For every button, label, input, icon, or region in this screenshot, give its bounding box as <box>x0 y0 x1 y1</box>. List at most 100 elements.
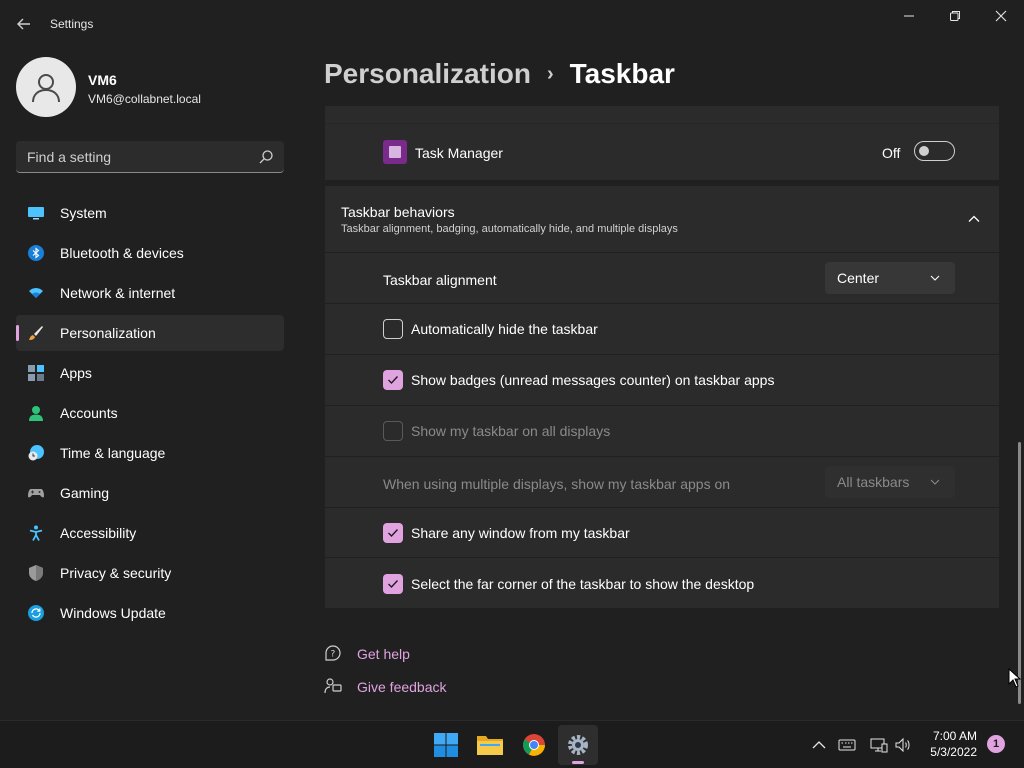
restore-icon <box>950 11 960 21</box>
mouse-cursor-icon <box>1008 668 1022 688</box>
sidebar-item-time-language[interactable]: Time & language <box>16 435 284 471</box>
sidebar-item-system[interactable]: System <box>16 195 284 231</box>
all-displays-label: Show my taskbar on all displays <box>411 423 611 439</box>
avatar[interactable] <box>16 57 76 117</box>
monitor-icon <box>28 207 44 220</box>
task-manager-toggle[interactable] <box>914 141 955 161</box>
auto-hide-label[interactable]: Automatically hide the taskbar <box>411 321 598 337</box>
close-button[interactable] <box>978 6 1024 26</box>
badges-label[interactable]: Show badges (unread messages counter) on… <box>411 372 774 388</box>
sidebar-item-label: Time & language <box>60 445 166 461</box>
back-arrow-icon[interactable] <box>14 14 34 34</box>
sidebar-item-label: Privacy & security <box>60 565 172 581</box>
clock-date[interactable]: 5/3/2022 <box>925 745 977 759</box>
breadcrumb-separator: › <box>546 62 554 85</box>
share-window-label[interactable]: Share any window from my taskbar <box>411 525 630 541</box>
chrome-button[interactable] <box>514 725 554 765</box>
close-icon <box>995 10 1007 22</box>
minimize-icon <box>904 15 914 17</box>
checkmark-icon <box>388 376 399 385</box>
sidebar-item-bluetooth[interactable]: Bluetooth & devices <box>16 235 284 271</box>
sidebar-item-accessibility[interactable]: Accessibility <box>16 515 284 551</box>
sidebar-item-personalization[interactable]: Personalization <box>16 315 284 351</box>
apps-icon <box>28 365 44 381</box>
clock-globe-icon <box>28 445 44 461</box>
keyboard-icon[interactable] <box>838 736 856 754</box>
sidebar-item-apps[interactable]: Apps <box>16 355 284 391</box>
divider <box>325 507 999 508</box>
sidebar-item-network[interactable]: Network & internet <box>16 275 284 311</box>
feedback-icon <box>324 678 342 694</box>
chevron-up-icon[interactable] <box>966 211 982 227</box>
svg-text:?: ? <box>331 650 336 660</box>
far-corner-checkbox[interactable] <box>383 574 403 594</box>
alignment-value: Center <box>837 270 880 286</box>
section-subtitle: Taskbar alignment, badging, automaticall… <box>341 223 678 235</box>
sidebar-item-label: Accounts <box>60 405 118 421</box>
checkmark-icon <box>388 580 399 589</box>
alignment-dropdown[interactable]: Center <box>825 262 955 294</box>
help-icon: ? <box>325 645 341 661</box>
divider <box>325 123 999 124</box>
chrome-icon <box>523 734 545 756</box>
brush-icon <box>29 326 43 340</box>
sidebar-item-label: Gaming <box>60 485 110 501</box>
settings-taskbar-button[interactable] <box>558 725 598 765</box>
page-title: Taskbar <box>569 58 675 89</box>
divider <box>325 557 999 558</box>
divider <box>325 354 999 355</box>
task-manager-icon <box>383 140 407 164</box>
clock-time[interactable]: 7:00 AM <box>931 729 977 743</box>
start-button[interactable] <box>426 725 466 765</box>
give-feedback-link[interactable]: Give feedback <box>357 679 447 695</box>
chevron-down-icon <box>930 275 940 281</box>
sidebar-item-label: System <box>60 205 107 221</box>
scrollbar[interactable] <box>1018 442 1021 704</box>
search-box[interactable] <box>16 141 284 173</box>
get-help-link[interactable]: Get help <box>357 646 410 662</box>
sidebar-item-windows-update[interactable]: Windows Update <box>16 595 284 631</box>
sidebar-item-gaming[interactable]: Gaming <box>16 475 284 511</box>
auto-hide-checkbox[interactable] <box>383 319 403 339</box>
minimize-button[interactable] <box>886 6 932 26</box>
bluetooth-icon <box>28 245 44 261</box>
all-displays-checkbox <box>383 421 403 441</box>
title-bar: Settings <box>0 0 1024 48</box>
alignment-label: Taskbar alignment <box>383 272 497 288</box>
task-manager-card <box>325 106 999 180</box>
divider <box>325 405 999 406</box>
sidebar-item-label: Accessibility <box>60 525 137 541</box>
search-input[interactable] <box>16 141 252 172</box>
section-title: Taskbar behaviors <box>341 204 455 220</box>
notification-badge[interactable]: 1 <box>987 735 1005 753</box>
app-title: Settings <box>50 17 94 31</box>
maximize-button[interactable] <box>932 6 978 26</box>
breadcrumb: Personalization › Taskbar <box>324 58 675 90</box>
sidebar-item-accounts[interactable]: Accounts <box>16 395 284 431</box>
sidebar-item-label: Bluetooth & devices <box>60 245 184 261</box>
chevron-up-icon[interactable] <box>810 736 828 754</box>
toggle-state-label: Off <box>882 145 901 161</box>
sidebar-item-privacy-security[interactable]: Privacy & security <box>16 555 284 591</box>
gear-icon <box>568 735 588 755</box>
far-corner-label[interactable]: Select the far corner of the taskbar to … <box>411 576 754 592</box>
share-window-checkbox[interactable] <box>383 523 403 543</box>
breadcrumb-parent[interactable]: Personalization <box>324 58 531 90</box>
folder-icon <box>477 736 503 755</box>
sidebar-item-label: Personalization <box>60 325 156 341</box>
user-name: VM6 <box>88 72 117 88</box>
person-icon <box>32 74 60 103</box>
accessibility-icon <box>29 525 43 541</box>
multi-display-value: All taskbars <box>837 474 910 490</box>
file-explorer-button[interactable] <box>470 725 510 765</box>
multi-display-dropdown: All taskbars <box>825 466 955 498</box>
divider <box>325 456 999 457</box>
wifi-icon <box>29 288 43 298</box>
search-icon[interactable] <box>258 149 274 165</box>
sidebar-item-label: Apps <box>60 365 92 381</box>
badges-checkbox[interactable] <box>383 370 403 390</box>
network-icon[interactable] <box>870 736 888 754</box>
sidebar-item-label: Network & internet <box>60 285 176 301</box>
volume-icon[interactable] <box>894 736 912 754</box>
shield-icon <box>29 565 43 581</box>
